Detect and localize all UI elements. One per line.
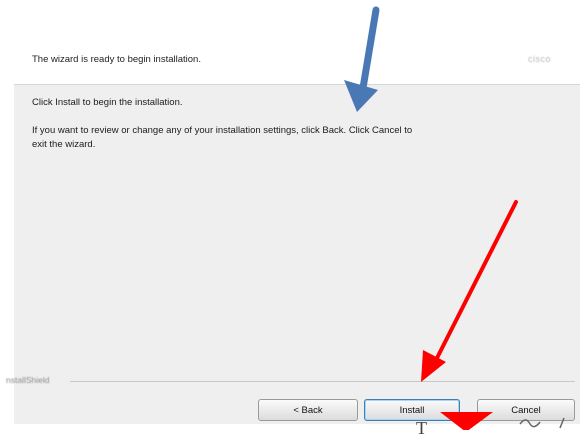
brand-logo-text: cisco xyxy=(528,54,552,64)
footer-divider xyxy=(70,381,575,382)
instruction-text-detail-continued: exit the wizard. xyxy=(32,139,96,150)
instruction-text: Click Install to begin the installation. xyxy=(32,97,183,108)
install-button[interactable]: Install xyxy=(364,399,460,421)
header-title: The wizard is ready to begin installatio… xyxy=(32,54,201,65)
installshield-label: nstallShield xyxy=(6,375,50,385)
instruction-text-detail: If you want to review or change any of y… xyxy=(32,125,413,136)
cancel-button[interactable]: Cancel xyxy=(477,399,575,421)
back-button[interactable]: < Back xyxy=(258,399,358,421)
bottom-annotation-text: T xyxy=(416,418,427,438)
wizard-header: The wizard is ready to begin installatio… xyxy=(0,0,585,84)
